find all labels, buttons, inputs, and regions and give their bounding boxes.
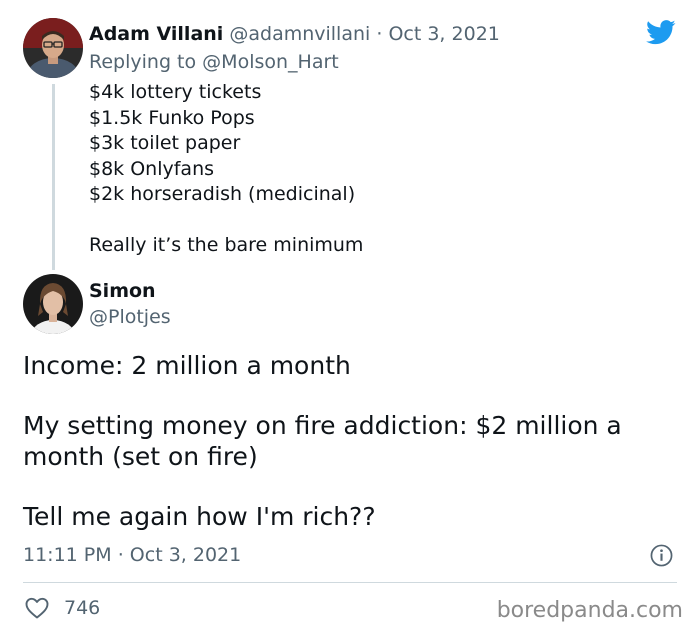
avatar-adam-villani[interactable] xyxy=(23,18,83,78)
reply-date[interactable]: Oct 3, 2021 xyxy=(388,23,499,45)
tweet-screenshot: Adam Villani @adamnvillani · Oct 3, 2021… xyxy=(0,0,700,635)
reply-date-separator: · xyxy=(376,23,383,45)
reply-tweet-header: Adam Villani @adamnvillani · Oct 3, 2021 xyxy=(89,21,500,47)
reply-tweet-text: $4k lottery tickets $1.5k Funko Pops $3k… xyxy=(89,80,363,259)
twitter-bird-icon xyxy=(646,20,676,45)
timestamp-separator: · xyxy=(117,544,124,566)
avatar-simon[interactable] xyxy=(23,274,83,334)
heart-icon[interactable] xyxy=(25,597,49,619)
watermark: boredpanda.com xyxy=(496,598,683,623)
main-tweet-paragraph: Tell me again how I'm rich?? xyxy=(23,502,376,531)
reply-line: Really it’s the bare minimum xyxy=(89,234,364,256)
main-tweet-paragraph: Income: 2 million a month xyxy=(23,351,351,380)
replying-to-line: Replying to @Molson_Hart xyxy=(89,49,339,75)
main-author-handle[interactable]: @Plotjes xyxy=(89,304,171,330)
reply-line: $4k lottery tickets xyxy=(89,81,262,103)
thread-connector-line xyxy=(52,84,55,270)
main-author-name[interactable]: Simon xyxy=(89,278,156,304)
info-icon[interactable] xyxy=(650,544,673,567)
reply-line: $2k horseradish (medicinal) xyxy=(89,183,356,205)
main-tweet-paragraph: My setting money on fire addiction: $2 m… xyxy=(23,411,622,471)
main-tweet-text: Income: 2 million a month My setting mon… xyxy=(23,350,673,532)
main-tweet-time: 11:11 PM xyxy=(23,544,112,566)
reply-line: $1.5k Funko Pops xyxy=(89,106,255,129)
reply-line: $3k toilet paper xyxy=(89,132,241,154)
replying-to-prefix: Replying to xyxy=(89,51,197,73)
reply-author-name[interactable]: Adam Villani xyxy=(89,23,223,45)
tweet-divider xyxy=(23,582,677,583)
main-tweet-date: Oct 3, 2021 xyxy=(129,544,242,566)
reply-line-spacer xyxy=(89,208,363,234)
reply-author-handle[interactable]: @adamnvillani xyxy=(229,23,370,45)
replying-to-mention[interactable]: @Molson_Hart xyxy=(202,51,339,73)
main-tweet-timestamp[interactable]: 11:11 PM · Oct 3, 2021 xyxy=(23,542,241,568)
reply-line: $8k Onlyfans xyxy=(89,157,215,180)
like-count: 746 xyxy=(64,597,101,619)
